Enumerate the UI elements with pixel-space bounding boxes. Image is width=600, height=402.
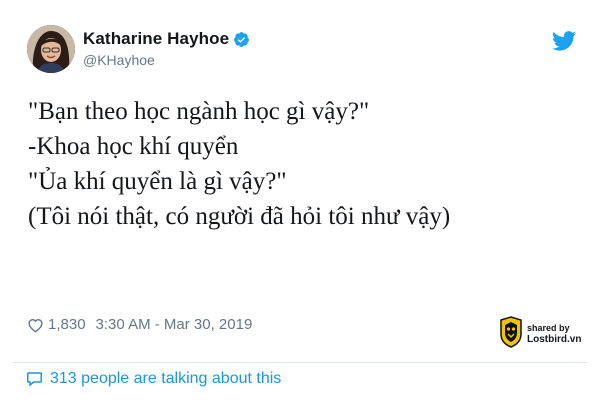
lostbird-logo-icon — [498, 316, 524, 348]
avatar[interactable] — [27, 25, 75, 73]
tweet-meta: 1,830 3:30 AM - Mar 30, 2019 — [27, 316, 252, 333]
shared-by-text: shared by Lostbird.vn — [527, 323, 581, 345]
speech-bubble-icon — [25, 370, 44, 388]
tweet-card: Katharine Hayhoe @KHayhoe "Bạn theo học … — [0, 0, 600, 402]
shared-by-brand: Lostbird.vn — [527, 334, 582, 345]
twitter-bird-icon[interactable] — [552, 31, 576, 51]
tweet-timestamp[interactable]: 3:30 AM - Mar 30, 2019 — [96, 316, 253, 333]
author-handle[interactable]: @KHayhoe — [83, 52, 155, 68]
tweet-text: "Bạn theo học ngành học gì vậy?" -Khoa h… — [28, 98, 451, 230]
divider — [12, 362, 588, 363]
conversation-link[interactable]: 313 people are talking about this — [25, 370, 281, 388]
author-name[interactable]: Katharine Hayhoe — [83, 29, 229, 49]
shared-by-label: shared by — [527, 323, 570, 333]
shared-by-watermark: shared by Lostbird.vn — [498, 314, 588, 350]
tweet-header: Katharine Hayhoe @KHayhoe — [27, 25, 577, 77]
heart-icon[interactable] — [27, 317, 44, 333]
verified-badge-icon — [233, 31, 250, 48]
conversation-text[interactable]: 313 people are talking about this — [50, 370, 281, 388]
like-count[interactable]: 1,830 — [48, 316, 86, 333]
